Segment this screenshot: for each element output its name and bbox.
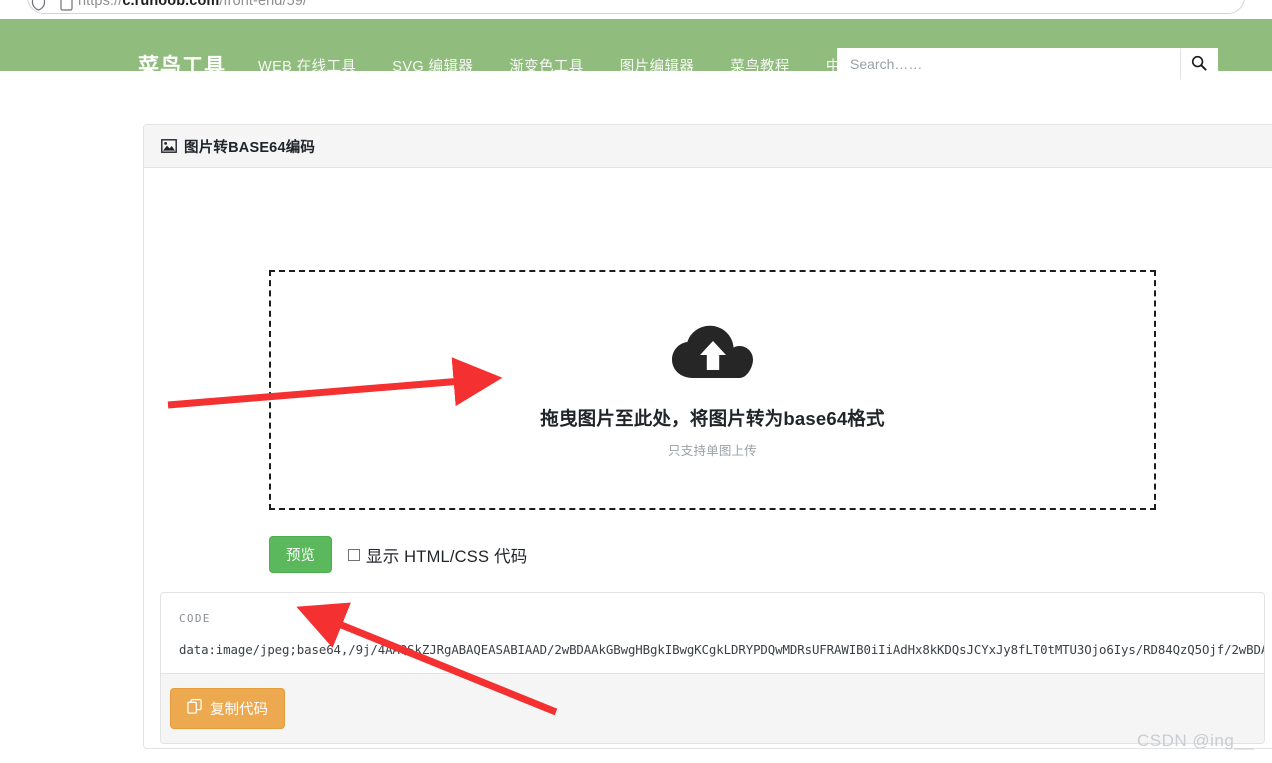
code-footer: 复制代码 [161,673,1264,743]
url-path: /front-end/59/ [219,0,308,9]
card-header: 图片转BASE64编码 [144,125,1272,168]
show-html-css-label-text: 显示 HTML/CSS 代码 [366,547,528,566]
nav-link-image-editor[interactable]: 图片编辑器 [602,55,713,76]
tool-card: 图片转BASE64编码 拖曳图片至此处，将图片转为base64格式 只支持单图上… [143,124,1272,749]
copy-code-button[interactable]: 复制代码 [170,688,285,729]
nav-link-runoob-tutorial[interactable]: 菜鸟教程 [712,55,808,76]
site-navbar: 菜鸟工具 WEB 在线工具 SVG 编辑器 渐变色工具 图片编辑器 菜鸟教程 中… [0,19,1272,80]
watermark: CSDN @ing__ [1137,731,1255,750]
search-icon [1191,55,1207,74]
url-prefix: https:// [78,0,123,9]
browser-url-bar: https://c.runoob.com/front-end/59/ [0,0,1272,19]
search-group [837,48,1218,80]
code-label: CODE [179,612,211,625]
nav-links: WEB 在线工具 SVG 编辑器 渐变色工具 图片编辑器 菜鸟教程 中文 [258,55,887,76]
search-button[interactable] [1180,48,1218,80]
preview-controls-row: 预览 显示 HTML/CSS 代码 [269,536,527,573]
show-html-css-checkbox[interactable] [348,548,360,561]
document-icon[interactable] [60,0,73,11]
code-output-box: CODE data:image/jpeg;base64,/9j/4AAQSkZJ… [160,592,1265,744]
preview-button[interactable]: 预览 [269,536,332,573]
nav-link-gradient-tool[interactable]: 渐变色工具 [491,55,602,76]
url-domain: c.runoob.com [122,0,220,9]
shield-icon[interactable] [31,0,46,11]
nav-link-web-tools[interactable]: WEB 在线工具 [258,55,374,76]
card-body: 拖曳图片至此处，将图片转为base64格式 只支持单图上传 预览 显示 HTML… [144,168,1272,748]
cloud-upload-icon [670,322,756,387]
copy-icon [187,698,202,718]
copy-code-label: 复制代码 [210,702,268,718]
show-html-css-checkbox-label[interactable]: 显示 HTML/CSS 代码 [348,543,527,567]
url-bar-icons [31,0,73,11]
brand-logo[interactable]: 菜鸟工具 [138,50,226,80]
url-text: https://c.runoob.com/front-end/59/ [78,0,307,9]
image-dropzone[interactable]: 拖曳图片至此处，将图片转为base64格式 只支持单图上传 [269,270,1156,510]
picture-icon [161,139,177,153]
search-input[interactable] [837,48,1180,80]
code-value[interactable]: data:image/jpeg;base64,/9j/4AAQSkZJRgABA… [179,642,1264,657]
card-title: 图片转BASE64编码 [184,139,316,156]
nav-link-svg-editor[interactable]: SVG 编辑器 [374,55,491,76]
dropzone-main-text: 拖曳图片至此处，将图片转为base64格式 [540,407,885,429]
dropzone-sub-text: 只支持单图上传 [668,443,757,458]
